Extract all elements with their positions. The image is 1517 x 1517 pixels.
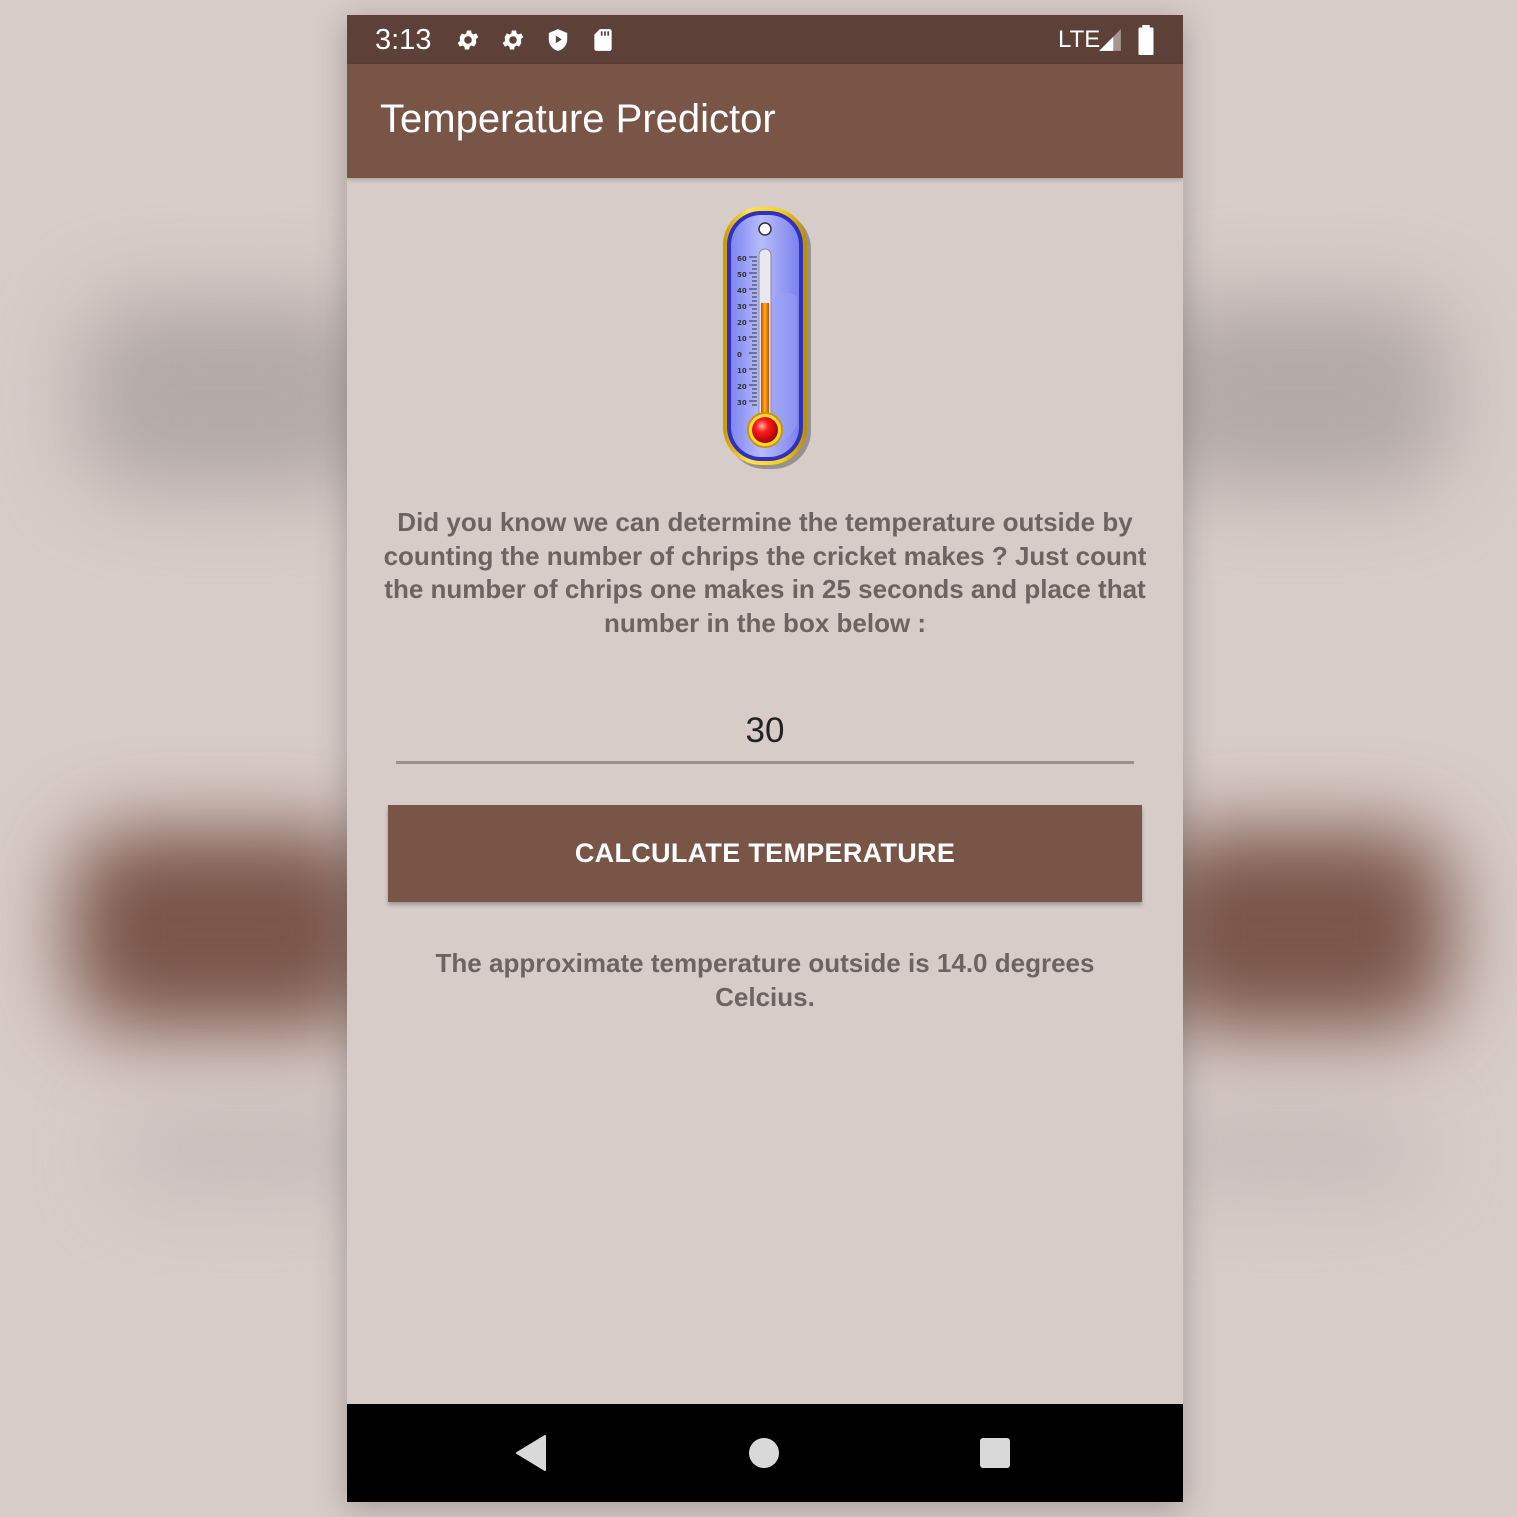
recents-icon[interactable]	[965, 1423, 1025, 1483]
sd-card-icon	[594, 29, 612, 51]
svg-text:0: 0	[737, 351, 742, 359]
gear-icon	[502, 30, 524, 50]
backdrop-blur	[80, 300, 380, 490]
svg-text:20: 20	[737, 383, 747, 391]
calculate-temperature-button[interactable]: CALCULATE TEMPERATURE	[388, 805, 1142, 902]
back-icon[interactable]	[502, 1423, 562, 1483]
status-bar: 3:13 LTE	[347, 15, 1183, 64]
backdrop-blur	[70, 830, 380, 1030]
svg-text:60: 60	[737, 255, 747, 263]
home-icon[interactable]	[734, 1423, 794, 1483]
chirp-count-field-underline	[396, 701, 1134, 764]
status-time: 3:13	[375, 24, 432, 56]
thermometer-icon: 60 50 40 30 20 10 0 10 20 30	[723, 207, 811, 469]
signal-icon	[1099, 29, 1121, 51]
app-bar: Temperature Predictor	[347, 64, 1183, 178]
backdrop-blur	[1160, 1110, 1420, 1190]
app-title: Temperature Predictor	[380, 97, 776, 141]
svg-text:10: 10	[737, 367, 747, 375]
chirp-count-input[interactable]	[396, 701, 1134, 761]
svg-text:40: 40	[737, 287, 747, 295]
backdrop-blur	[120, 1110, 380, 1190]
backdrop-blur	[1150, 830, 1450, 1030]
network-type: LTE	[1058, 26, 1101, 53]
battery-icon	[1138, 25, 1154, 55]
svg-text:30: 30	[737, 399, 747, 407]
svg-text:10: 10	[737, 335, 747, 343]
phone-screen: 3:13 LTE Temperature Predictor 60 50 40 …	[347, 15, 1183, 1502]
gear-icon	[457, 30, 479, 50]
backdrop-blur	[1150, 300, 1450, 490]
navigation-bar	[347, 1404, 1183, 1502]
result-text: The approximate temperature outside is 1…	[435, 948, 1095, 1012]
svg-text:30: 30	[737, 303, 747, 311]
svg-text:20: 20	[737, 319, 747, 327]
description-text: Did you know we can determine the temper…	[383, 507, 1147, 638]
shield-play-icon	[548, 29, 568, 51]
svg-text:50: 50	[737, 271, 747, 279]
